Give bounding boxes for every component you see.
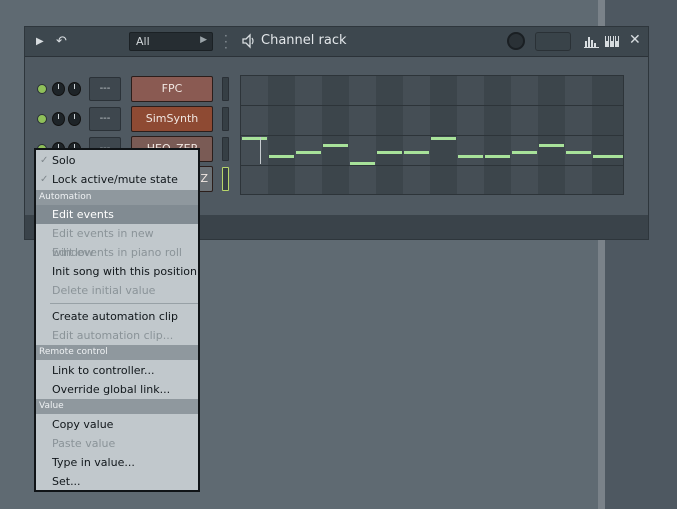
menu-item-delete-initial-value[interactable]: Delete initial value xyxy=(36,281,198,300)
mixer-route[interactable]: --- xyxy=(89,107,121,131)
undo-icon[interactable]: ↶ xyxy=(56,27,67,56)
channel-button-simsynth[interactable]: SimSynth xyxy=(131,106,213,132)
channel-select[interactable] xyxy=(222,107,229,131)
graph-note[interactable] xyxy=(242,137,267,140)
menu-section-remote-control: Remote control xyxy=(36,345,198,360)
graph-note[interactable] xyxy=(593,155,623,158)
graph-note[interactable] xyxy=(296,151,321,154)
menu-item-set[interactable]: Set... xyxy=(36,472,198,491)
drag-handle-icon[interactable]: · · · xyxy=(224,30,228,54)
channel-pan-knob[interactable] xyxy=(68,112,81,126)
channel-select[interactable] xyxy=(222,77,229,101)
channel-select[interactable] xyxy=(222,137,229,161)
menu-item-link-controller[interactable]: Link to controller... xyxy=(36,361,198,380)
position-marker xyxy=(260,137,261,164)
graph-note[interactable] xyxy=(431,137,456,140)
menu-item-edit-events-new-window[interactable]: Edit events in new window xyxy=(36,224,198,259)
menu-divider xyxy=(50,303,198,304)
graph-note[interactable] xyxy=(404,151,429,154)
window-title: Channel rack xyxy=(261,33,347,48)
menu-section-automation: Automation xyxy=(36,190,198,205)
graph-note[interactable] xyxy=(485,155,510,158)
keyboard-icon[interactable] xyxy=(605,36,621,47)
check-icon: ✓ xyxy=(40,155,49,166)
menu-item-edit-events-piano-roll[interactable]: Edit events in piano roll xyxy=(36,243,198,262)
dropdown-arrow-icon: ▶ xyxy=(200,35,207,45)
filter-dropdown[interactable]: All ▶ xyxy=(129,32,213,51)
speaker-icon[interactable] xyxy=(241,33,257,49)
volume-knob[interactable] xyxy=(507,32,525,50)
channel-volume-knob[interactable] xyxy=(52,112,65,126)
channel-pan-knob[interactable] xyxy=(68,82,81,96)
graph-note[interactable] xyxy=(566,151,591,154)
graph-note[interactable] xyxy=(512,151,537,154)
graph-icon[interactable] xyxy=(584,35,600,48)
menu-item-edit-automation-clip[interactable]: Edit automation clip... xyxy=(36,326,198,345)
channel-led[interactable] xyxy=(37,114,47,124)
menu-item-override-global-link[interactable]: Override global link... xyxy=(36,380,198,399)
swing-slider[interactable] xyxy=(535,32,571,51)
menu-item-paste-value[interactable]: Paste value xyxy=(36,434,198,453)
menu-item-lock[interactable]: ✓ Lock active/mute state xyxy=(36,170,198,189)
menu-item-edit-events[interactable]: Edit events xyxy=(36,205,198,224)
menu-item-init-song[interactable]: Init song with this position xyxy=(36,262,198,281)
graph-note[interactable] xyxy=(458,155,483,158)
graph-note[interactable] xyxy=(377,151,402,154)
mixer-route[interactable]: --- xyxy=(89,77,121,101)
menu-item-solo[interactable]: ✓ Solo xyxy=(36,151,198,170)
menu-section-value: Value xyxy=(36,399,198,414)
channel-led[interactable] xyxy=(37,84,47,94)
menu-item-copy-value[interactable]: Copy value xyxy=(36,415,198,434)
check-icon: ✓ xyxy=(40,174,49,185)
play-icon[interactable]: ▶ xyxy=(36,27,44,56)
graph-note[interactable] xyxy=(350,162,375,165)
titlebar[interactable]: ▶ ↶ All ▶ · · · Channel rack ✕ xyxy=(25,27,648,57)
menu-item-create-automation-clip[interactable]: Create automation clip xyxy=(36,307,198,326)
graph-note[interactable] xyxy=(539,144,564,147)
context-menu: ✓ Solo ✓ Lock active/mute state Automati… xyxy=(34,148,200,492)
channel-select-active[interactable] xyxy=(222,167,229,191)
graph-note[interactable] xyxy=(269,155,294,158)
graph-note[interactable] xyxy=(323,144,348,147)
step-sequencer-grid[interactable] xyxy=(240,75,624,195)
channel-volume-knob[interactable] xyxy=(52,82,65,96)
menu-item-type-in-value[interactable]: Type in value... xyxy=(36,453,198,472)
close-icon[interactable]: ✕ xyxy=(629,32,641,48)
channel-button-fpc[interactable]: FPC xyxy=(131,76,213,102)
filter-value: All xyxy=(136,35,150,48)
